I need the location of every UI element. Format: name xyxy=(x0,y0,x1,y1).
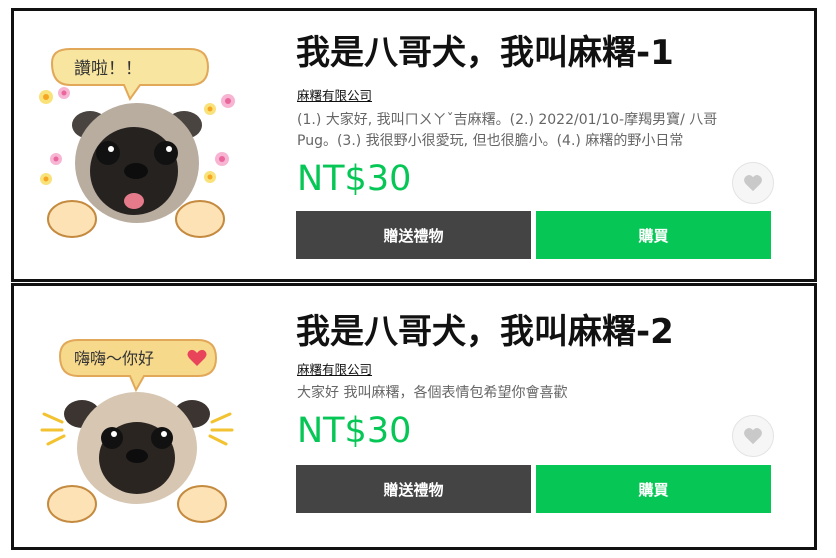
product-price: NT$30 xyxy=(297,411,412,451)
product-description: 大家好 我叫麻糬，各個表情包希望你會喜歡 xyxy=(297,385,568,401)
product-title[interactable]: 我是八哥犬，我叫麻糬-2 xyxy=(296,304,674,353)
buy-button[interactable]: 購買 xyxy=(536,211,771,259)
heart-icon xyxy=(744,175,762,192)
product-price: NT$30 xyxy=(297,159,412,199)
author-link[interactable]: 麻糬有限公司 xyxy=(297,359,372,378)
gift-button[interactable]: 贈送禮物 xyxy=(296,211,531,259)
product-description: (1.) 大家好, 我叫ㄇㄨㄚˇ吉麻糬。(2.) 2022/01/10-摩羯男寶… xyxy=(297,112,718,149)
product-card[interactable]: 讚啦！！ 我是八哥犬，我叫麻糬-1 麻糬有限公司 (1.) 大家好, 我叫ㄇㄨㄚ… xyxy=(11,8,817,282)
pug-face xyxy=(72,103,202,223)
product-card[interactable]: 嗨嗨～你好 我是八哥犬，我叫麻糬-2 麻糬有限公司 大家好 我叫麻糬，各個表情包… xyxy=(11,283,817,550)
gift-button[interactable]: 贈送禮物 xyxy=(296,465,531,513)
pug-face xyxy=(64,392,210,504)
buy-button[interactable]: 購買 xyxy=(536,465,771,513)
sticker-bubble-text: 嗨嗨～你好 xyxy=(74,349,154,368)
author-link[interactable]: 麻糬有限公司 xyxy=(297,85,372,104)
sticker-thumbnail-pug-2[interactable]: 嗨嗨～你好 xyxy=(32,326,242,526)
product-title[interactable]: 我是八哥犬，我叫麻糬-1 xyxy=(296,25,674,74)
heart-icon xyxy=(744,428,762,445)
favorite-button[interactable] xyxy=(732,162,774,204)
sticker-thumbnail-pug-1[interactable]: 讚啦！！ xyxy=(32,41,242,241)
sticker-bubble-text: 讚啦！！ xyxy=(74,59,142,79)
favorite-button[interactable] xyxy=(732,415,774,457)
